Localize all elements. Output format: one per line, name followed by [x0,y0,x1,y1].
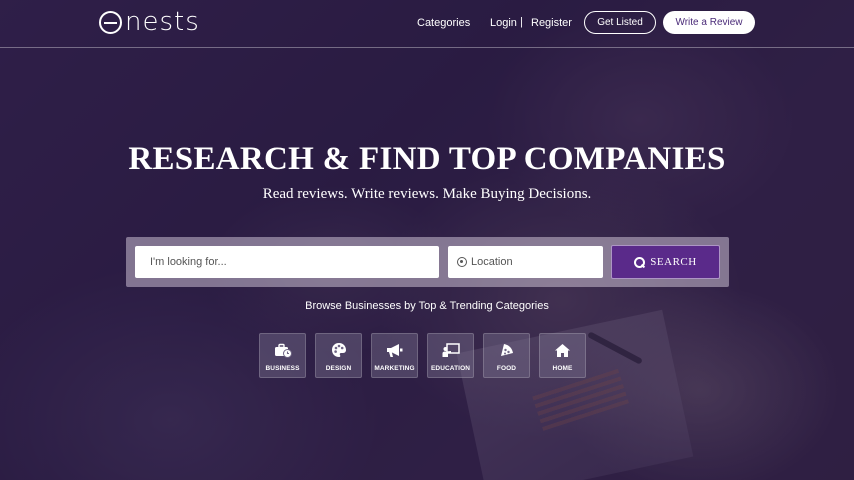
megaphone-icon [386,342,404,358]
hero-title: RESEARCH & FIND TOP COMPANIES [128,141,726,177]
write-review-button[interactable]: Write a Review [663,11,755,34]
hero-subtitle: Read reviews. Write reviews. Make Buying… [262,186,592,202]
keyword-search-input[interactable]: I'm looking for... [135,246,439,278]
search-icon [634,256,646,268]
logo-mark-icon [99,10,122,34]
house-icon [554,342,572,358]
category-label: FOOD [496,365,517,372]
category-food[interactable]: FOOD [483,333,530,378]
briefcase-clock-icon [274,342,292,358]
category-design[interactable]: DESIGN [315,333,362,378]
category-label: MARKETING [374,365,415,372]
browse-categories-text: Browse Businesses by Top & Trending Cate… [305,300,549,312]
location-placeholder: Location [471,256,513,268]
category-home[interactable]: HOME [539,333,586,378]
category-marketing[interactable]: MARKETING [371,333,418,378]
logo-text: nests [125,7,200,37]
category-business[interactable]: BUSINESS [259,333,306,378]
palette-icon [330,342,348,358]
site-header: nests Categories Login | Register Get Li… [0,0,854,48]
category-education[interactable]: EDUCATION [427,333,474,378]
search-button[interactable]: SEARCH [611,245,720,279]
nav-separator: | [520,16,523,28]
category-label: DESIGN [325,365,352,372]
category-label: HOME [552,365,573,372]
pizza-slice-icon [498,342,516,358]
keyword-placeholder: I'm looking for... [150,256,227,268]
nav-login-link[interactable]: Login [490,17,517,29]
teacher-board-icon [442,342,460,358]
search-button-label: SEARCH [650,256,697,268]
category-label: EDUCATION [430,365,471,372]
logo[interactable]: nests [99,6,200,38]
category-label: BUSINESS [265,365,300,372]
category-list: BUSINESS DESIGN MARKETING EDUCATION FOOD… [259,333,586,378]
location-input[interactable]: Location [448,246,603,278]
nav-categories-link[interactable]: Categories [417,17,470,29]
nav-register-link[interactable]: Register [531,17,572,29]
location-target-icon [457,257,467,267]
get-listed-button[interactable]: Get Listed [584,11,656,34]
